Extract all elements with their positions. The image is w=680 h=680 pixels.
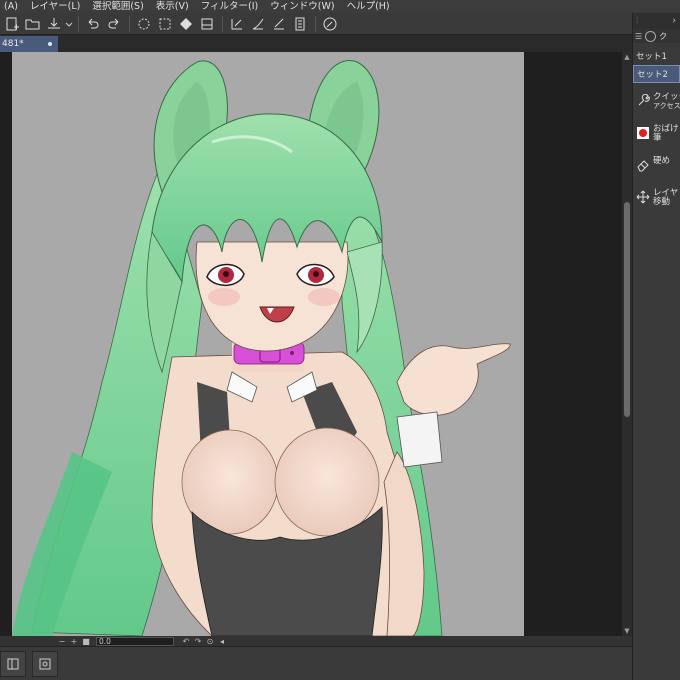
scrollbar-thumb[interactable] bbox=[624, 202, 630, 417]
artwork-illustration bbox=[12, 52, 524, 636]
drawing-canvas[interactable] bbox=[12, 52, 524, 636]
scroll-down-icon[interactable]: ▼ bbox=[622, 626, 632, 636]
dropdown-icon[interactable] bbox=[65, 14, 73, 34]
panel-header: ⦙ › bbox=[633, 13, 680, 29]
obake-brush-icon bbox=[635, 125, 651, 141]
toolbar-divider bbox=[78, 15, 79, 32]
canvas-status-bar: − + ■ 0.0 ↶ ↷ ⊙ ◂ bbox=[0, 636, 632, 646]
undo-icon[interactable] bbox=[83, 14, 103, 34]
flip-icon[interactable]: ◂ bbox=[216, 637, 228, 646]
panel-grip-icon[interactable]: ⦙ bbox=[636, 16, 638, 26]
transform-icon[interactable] bbox=[197, 14, 217, 34]
canvas-vertical-scrollbar[interactable]: ▲ ▼ bbox=[622, 52, 632, 636]
rotate-left-icon[interactable]: ↶ bbox=[180, 637, 192, 646]
snap-grid-icon[interactable] bbox=[290, 14, 310, 34]
tool-item-label: 硬め bbox=[653, 156, 671, 166]
navigator-icon[interactable] bbox=[32, 651, 58, 677]
document-tab-bar: 481* bbox=[0, 36, 632, 52]
open-file-icon[interactable] bbox=[23, 14, 43, 34]
menu-item-filter[interactable]: フィルター(I) bbox=[201, 0, 267, 13]
tool-item-obake-brush[interactable]: おばけ 筆 bbox=[633, 119, 680, 151]
snap-curve-icon[interactable] bbox=[269, 14, 289, 34]
menu-item-layer[interactable]: レイヤー(L) bbox=[30, 0, 88, 13]
set-item-1[interactable]: セット1 bbox=[633, 47, 680, 65]
tool-item-sublabel: アクセス bbox=[653, 102, 680, 110]
collapse-chevron-icon[interactable]: › bbox=[672, 16, 676, 26]
sub-tool-panel: ⦙ › ☰ ク セット1 セット2 クイック アクセス おばけ 筆 硬め bbox=[632, 13, 680, 680]
zoom-out-icon[interactable]: − bbox=[56, 637, 68, 646]
tool-item-hard-eraser[interactable]: 硬め bbox=[633, 151, 680, 183]
tool-item-sublabel: 移動 bbox=[653, 197, 671, 207]
rotate-right-icon[interactable]: ↷ bbox=[192, 637, 204, 646]
toolbar-divider bbox=[129, 15, 130, 32]
pen-pressure-icon[interactable] bbox=[320, 14, 340, 34]
zoom-in-icon[interactable]: + bbox=[68, 637, 80, 646]
eraser-icon bbox=[635, 157, 651, 173]
ruler-icon[interactable] bbox=[227, 14, 247, 34]
panel-menu-icon[interactable]: ☰ bbox=[635, 32, 642, 41]
tool-item-quick-access[interactable]: クイック アクセス bbox=[633, 87, 680, 119]
tool-item-label: クイック bbox=[653, 92, 680, 102]
bottom-panel bbox=[0, 646, 632, 680]
document-tab[interactable]: 481* bbox=[0, 36, 58, 52]
menu-bar: (A) レイヤー(L) 選択範囲(S) 表示(V) フィルター(I) ウィンドウ… bbox=[0, 0, 680, 13]
panel-toggle-icon[interactable] bbox=[0, 651, 26, 677]
panel-tab-label[interactable]: ク bbox=[659, 31, 667, 42]
menu-item-help[interactable]: ヘルプ(H) bbox=[347, 0, 398, 13]
tool-item-sublabel: 筆 bbox=[653, 133, 662, 143]
canvas-workspace bbox=[0, 52, 622, 636]
tool-item-move-layer[interactable]: レイヤ 移動 bbox=[633, 183, 680, 215]
menu-item-edit[interactable]: (A) bbox=[4, 0, 26, 13]
scroll-up-icon[interactable]: ▲ bbox=[622, 52, 632, 62]
quick-access-tab-icon[interactable] bbox=[645, 30, 657, 42]
fit-square-icon[interactable]: ■ bbox=[80, 637, 92, 646]
panel-tab-row: ☰ ク bbox=[633, 29, 680, 43]
redo-icon[interactable] bbox=[104, 14, 124, 34]
quick-access-icon bbox=[635, 93, 651, 109]
snap-ruler-icon[interactable] bbox=[248, 14, 268, 34]
save-icon[interactable] bbox=[44, 14, 64, 34]
fill-bucket-icon[interactable] bbox=[176, 14, 196, 34]
fill-icon[interactable] bbox=[155, 14, 175, 34]
document-tab-label: 481* bbox=[2, 39, 24, 49]
reset-rotation-icon[interactable]: ⊙ bbox=[204, 637, 216, 646]
close-dot-icon[interactable] bbox=[48, 42, 52, 46]
clear-icon[interactable] bbox=[134, 14, 154, 34]
menu-item-selection[interactable]: 選択範囲(S) bbox=[92, 0, 151, 13]
menu-item-view[interactable]: 表示(V) bbox=[156, 0, 197, 13]
move-layer-icon bbox=[635, 189, 651, 205]
toolbar-divider bbox=[315, 15, 316, 32]
zoom-field[interactable]: 0.0 bbox=[96, 636, 174, 646]
toolbar-divider bbox=[222, 15, 223, 32]
new-file-icon[interactable] bbox=[2, 14, 22, 34]
menu-item-window[interactable]: ウィンドウ(W) bbox=[270, 0, 342, 13]
command-toolbar bbox=[0, 13, 632, 35]
set-item-2[interactable]: セット2 bbox=[633, 65, 680, 83]
